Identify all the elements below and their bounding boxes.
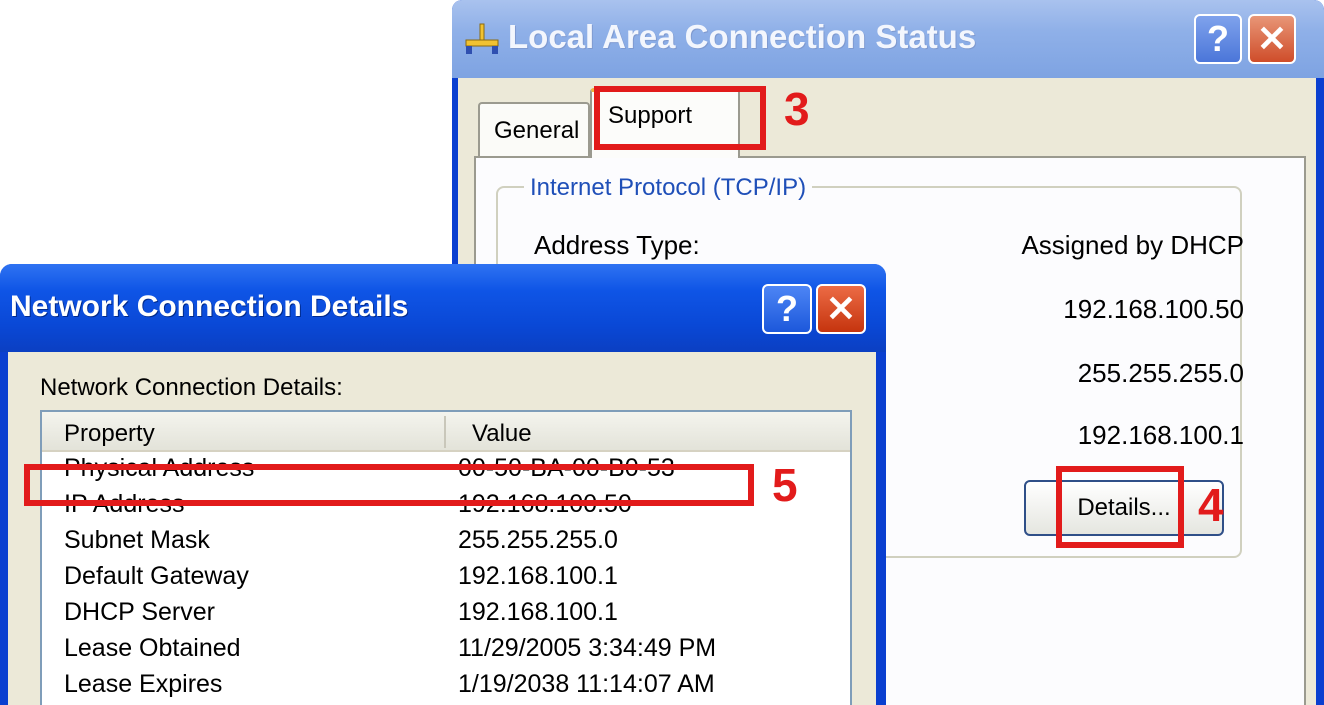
help-icon: ? [776,288,798,329]
tcpip-group-title: Internet Protocol (TCP/IP) [524,174,813,202]
help-button[interactable]: ? [762,284,812,334]
property-cell: Default Gateway [64,562,249,590]
column-header-value[interactable]: Value [472,420,532,448]
table-row[interactable]: Default Gateway 192.168.100.1 [42,562,850,598]
subnet-mask-value: 255.255.255.0 [1077,358,1244,388]
address-type-value: Assigned by DHCP [1021,230,1244,260]
property-cell: Lease Expires [64,670,223,698]
value-cell: 1/19/2038 11:14:07 AM [458,670,715,698]
property-cell: Subnet Mask [64,526,210,554]
column-divider[interactable] [444,416,446,448]
close-icon: ✕ [1256,18,1288,59]
default-gateway-value: 192.168.100.1 [1077,420,1244,450]
value-cell: 192.168.100.1 [458,598,618,626]
help-button[interactable]: ? [1194,14,1242,64]
titlebar: Local Area Connection Status ? ✕ [452,0,1324,78]
table-row[interactable]: Subnet Mask 255.255.255.0 [42,526,850,562]
tab-general[interactable]: General [478,102,590,158]
close-button[interactable]: ✕ [1248,14,1296,64]
close-icon: ✕ [825,288,857,329]
step-5-highlight-box [24,464,754,506]
property-cell: Lease Obtained [64,634,241,662]
property-cell: DHCP Server [64,598,215,626]
dialog-body: Network Connection Details: Property Val… [8,352,876,705]
table-row[interactable]: DHCP Server 192.168.100.1 [42,598,850,634]
details-list-view[interactable]: Property Value Physical Address 00-50-BA… [40,410,852,705]
ip-address-value: 192.168.100.50 [1063,294,1244,324]
value-cell: 255.255.255.0 [458,526,618,554]
list-header: Property Value [42,412,850,452]
table-row[interactable]: Lease Expires 1/19/2038 11:14:07 AM [42,670,850,705]
network-connection-icon [465,23,499,54]
step-5-number: 5 [772,459,798,511]
value-cell: 192.168.100.1 [458,562,618,590]
address-type-label: Address Type: [534,230,700,260]
window-title: Network Connection Details [10,290,409,323]
step-3-number: 3 [784,83,810,135]
table-row[interactable]: Lease Obtained 11/29/2005 3:34:49 PM [42,634,850,670]
step-4-highlight-box [1056,466,1184,548]
value-cell: 11/29/2005 3:34:49 PM [458,634,717,662]
column-header-property[interactable]: Property [64,420,155,448]
step-3-highlight-box [594,86,766,150]
close-button[interactable]: ✕ [816,284,866,334]
section-label: Network Connection Details: [40,374,343,401]
titlebar: Network Connection Details ? ✕ [0,264,886,352]
help-icon: ? [1207,18,1229,59]
window-title: Local Area Connection Status [508,18,977,55]
step-4-number: 4 [1198,479,1224,531]
